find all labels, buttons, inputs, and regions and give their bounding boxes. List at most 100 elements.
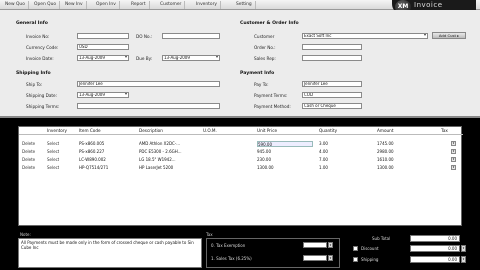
payment-terms-field[interactable]: COD bbox=[302, 92, 362, 98]
amount-cell: 2980.00 bbox=[377, 149, 394, 154]
tax-spinner[interactable]: ▾ bbox=[451, 157, 456, 162]
sales-tax-input[interactable] bbox=[303, 255, 327, 261]
delete-row-link[interactable]: Delete bbox=[22, 140, 35, 147]
amount-cell: 1610.00 bbox=[377, 157, 394, 162]
pay-to-field[interactable]: Jennifer Lee bbox=[302, 81, 362, 87]
delete-row-link[interactable]: Delete bbox=[22, 148, 35, 155]
quantity-cell[interactable]: 7.00 bbox=[319, 156, 373, 163]
items-grid: Inventory Item Code Description U.O.M. U… bbox=[18, 126, 463, 226]
uom-cell[interactable] bbox=[203, 148, 251, 155]
report-button[interactable]: Report bbox=[128, 1, 150, 9]
description-cell[interactable]: HP LaserJet 5200 bbox=[139, 164, 199, 171]
payment-method-label: Payment Method: bbox=[254, 104, 291, 109]
uom-cell[interactable] bbox=[203, 164, 251, 171]
discount-checkbox[interactable] bbox=[353, 246, 358, 251]
col-uom: U.O.M. bbox=[203, 128, 217, 133]
shipping-date-picker[interactable]: 13-Aug-2009 bbox=[77, 92, 129, 98]
quantity-cell[interactable]: 4.00 bbox=[319, 148, 373, 155]
order-no-label: Order No.: bbox=[254, 45, 276, 50]
item-code-cell[interactable]: PS-x860.227 bbox=[79, 148, 135, 155]
do-no-field[interactable] bbox=[162, 33, 220, 39]
subtotal-field: 0.00 bbox=[410, 235, 460, 242]
invoice-no-label: Invoice No: bbox=[26, 34, 50, 39]
quantity-cell[interactable]: 3.00 bbox=[319, 140, 373, 147]
shipping-label: Shipping bbox=[361, 257, 379, 262]
inventory-button[interactable]: Inventory bbox=[193, 1, 221, 9]
select-item-link[interactable]: Select bbox=[47, 148, 59, 155]
invoice-date-picker[interactable]: 13-Aug-2009 bbox=[77, 55, 129, 61]
unit-price-cell[interactable]: 590.00 bbox=[257, 140, 313, 147]
tax-spinner[interactable]: ▾ bbox=[451, 141, 456, 146]
select-item-link[interactable]: Select bbox=[47, 156, 59, 163]
description-cell[interactable]: PDC E5300 - 2.6GH... bbox=[139, 148, 199, 155]
discount-field[interactable]: 0.00 bbox=[410, 245, 460, 252]
discount-label: Discount bbox=[361, 246, 379, 251]
subtotal-label: Sub Total bbox=[372, 236, 391, 241]
shipping-field[interactable]: 0.00 bbox=[410, 256, 460, 263]
open-invoice-button[interactable]: Open Inv bbox=[93, 1, 120, 9]
add-customer-button[interactable]: Add Cust ▸ bbox=[432, 32, 466, 39]
shipping-terms-field[interactable] bbox=[77, 103, 220, 109]
delete-row-link[interactable]: Delete bbox=[22, 164, 35, 171]
sales-rep-field[interactable] bbox=[302, 55, 362, 61]
main-toolbar: New Quo Open Quo New Inv Open Inv Report… bbox=[0, 0, 480, 14]
sales-tax-spinner[interactable]: ▾ bbox=[328, 255, 333, 261]
tax-exemption-spinner[interactable]: ▾ bbox=[328, 242, 333, 248]
new-invoice-button[interactable]: New Inv bbox=[62, 1, 87, 9]
uom-cell[interactable] bbox=[203, 156, 251, 163]
col-item-code: Item Code bbox=[79, 128, 101, 133]
currency-field[interactable]: USD bbox=[77, 44, 129, 50]
new-quotation-button[interactable]: New Quo bbox=[2, 1, 29, 9]
shipping-terms-label: Shipping Terms: bbox=[26, 104, 60, 109]
customer-select[interactable]: Exact Soft Inc bbox=[302, 33, 428, 39]
notes-label: Note: bbox=[20, 232, 31, 237]
amount-cell: 1745.00 bbox=[377, 141, 394, 146]
tax-spinner[interactable]: ▾ bbox=[451, 165, 456, 170]
description-cell[interactable]: AMD Athlon X2DC-... bbox=[139, 140, 199, 147]
tax-exemption-input[interactable] bbox=[303, 242, 327, 248]
col-inventory: Inventory bbox=[47, 128, 68, 133]
col-description: Description bbox=[139, 128, 163, 133]
unit-price-cell[interactable]: 230.00 bbox=[257, 156, 313, 163]
payment-method-field[interactable]: Cash or Cheque bbox=[302, 103, 362, 109]
unit-price-cell[interactable]: 945.00 bbox=[257, 148, 313, 155]
logo-text: Invoice bbox=[414, 1, 443, 9]
open-quotation-button[interactable]: Open Quo bbox=[31, 1, 61, 9]
item-code-cell[interactable]: LC-W890.002 bbox=[79, 156, 135, 163]
item-code-cell[interactable]: PS-x860.005 bbox=[79, 140, 135, 147]
quantity-cell[interactable]: 1.00 bbox=[319, 164, 373, 171]
tax-spinner[interactable]: ▾ bbox=[451, 149, 456, 154]
col-tax: Tax bbox=[441, 128, 448, 133]
notes-textarea[interactable]: All Payments must be made only in the fo… bbox=[18, 238, 202, 268]
amount-cell: 1300.00 bbox=[377, 165, 394, 170]
table-row: Delete Select LC-W890.002 LG 18.5" W1942… bbox=[19, 156, 463, 163]
ship-to-field[interactable]: Jennifer Lee bbox=[77, 81, 220, 87]
shipping-info-title: Shipping Info bbox=[16, 71, 51, 76]
shipping-checkbox[interactable] bbox=[353, 257, 358, 262]
header-divider bbox=[19, 134, 463, 135]
items-area: Inventory Item Code Description U.O.M. U… bbox=[0, 118, 480, 229]
invoice-footer: Note: All Payments must be made only in … bbox=[0, 229, 480, 270]
sales-tax-option[interactable]: 1. Sales Tax (6.25%) bbox=[211, 256, 252, 261]
table-row: Delete Select PS-x860.227 PDC E5300 - 2.… bbox=[19, 148, 463, 155]
shipping-date-label: Shipping Date: bbox=[26, 93, 58, 98]
select-item-link[interactable]: Select bbox=[47, 140, 59, 147]
table-row: Delete Select HP-Q7514/271 HP LaserJet 5… bbox=[19, 164, 463, 171]
item-code-cell[interactable]: HP-Q7514/271 bbox=[79, 164, 135, 171]
uom-cell[interactable] bbox=[203, 140, 251, 147]
due-date-picker[interactable]: 13-Aug-2009 bbox=[162, 55, 220, 61]
delete-row-link[interactable]: Delete bbox=[22, 156, 35, 163]
currency-label: Currency Code: bbox=[26, 45, 59, 50]
invoice-no-field[interactable] bbox=[77, 33, 129, 39]
customer-label: Customer bbox=[254, 34, 275, 39]
order-no-field[interactable] bbox=[302, 44, 362, 50]
setting-button[interactable]: Setting bbox=[233, 1, 256, 9]
general-info-title: General Info bbox=[16, 21, 48, 26]
tax-exemption-option[interactable]: 0. Tax Exemption bbox=[211, 243, 245, 248]
description-cell[interactable]: LG 18.5" W1942... bbox=[139, 156, 199, 163]
discount-spinner[interactable]: ▾ bbox=[461, 245, 466, 252]
select-item-link[interactable]: Select bbox=[47, 164, 59, 171]
customer-button[interactable]: Customer bbox=[157, 1, 186, 9]
unit-price-cell[interactable]: 1300.00 bbox=[257, 164, 313, 171]
shipping-spinner[interactable]: ▾ bbox=[461, 256, 466, 263]
